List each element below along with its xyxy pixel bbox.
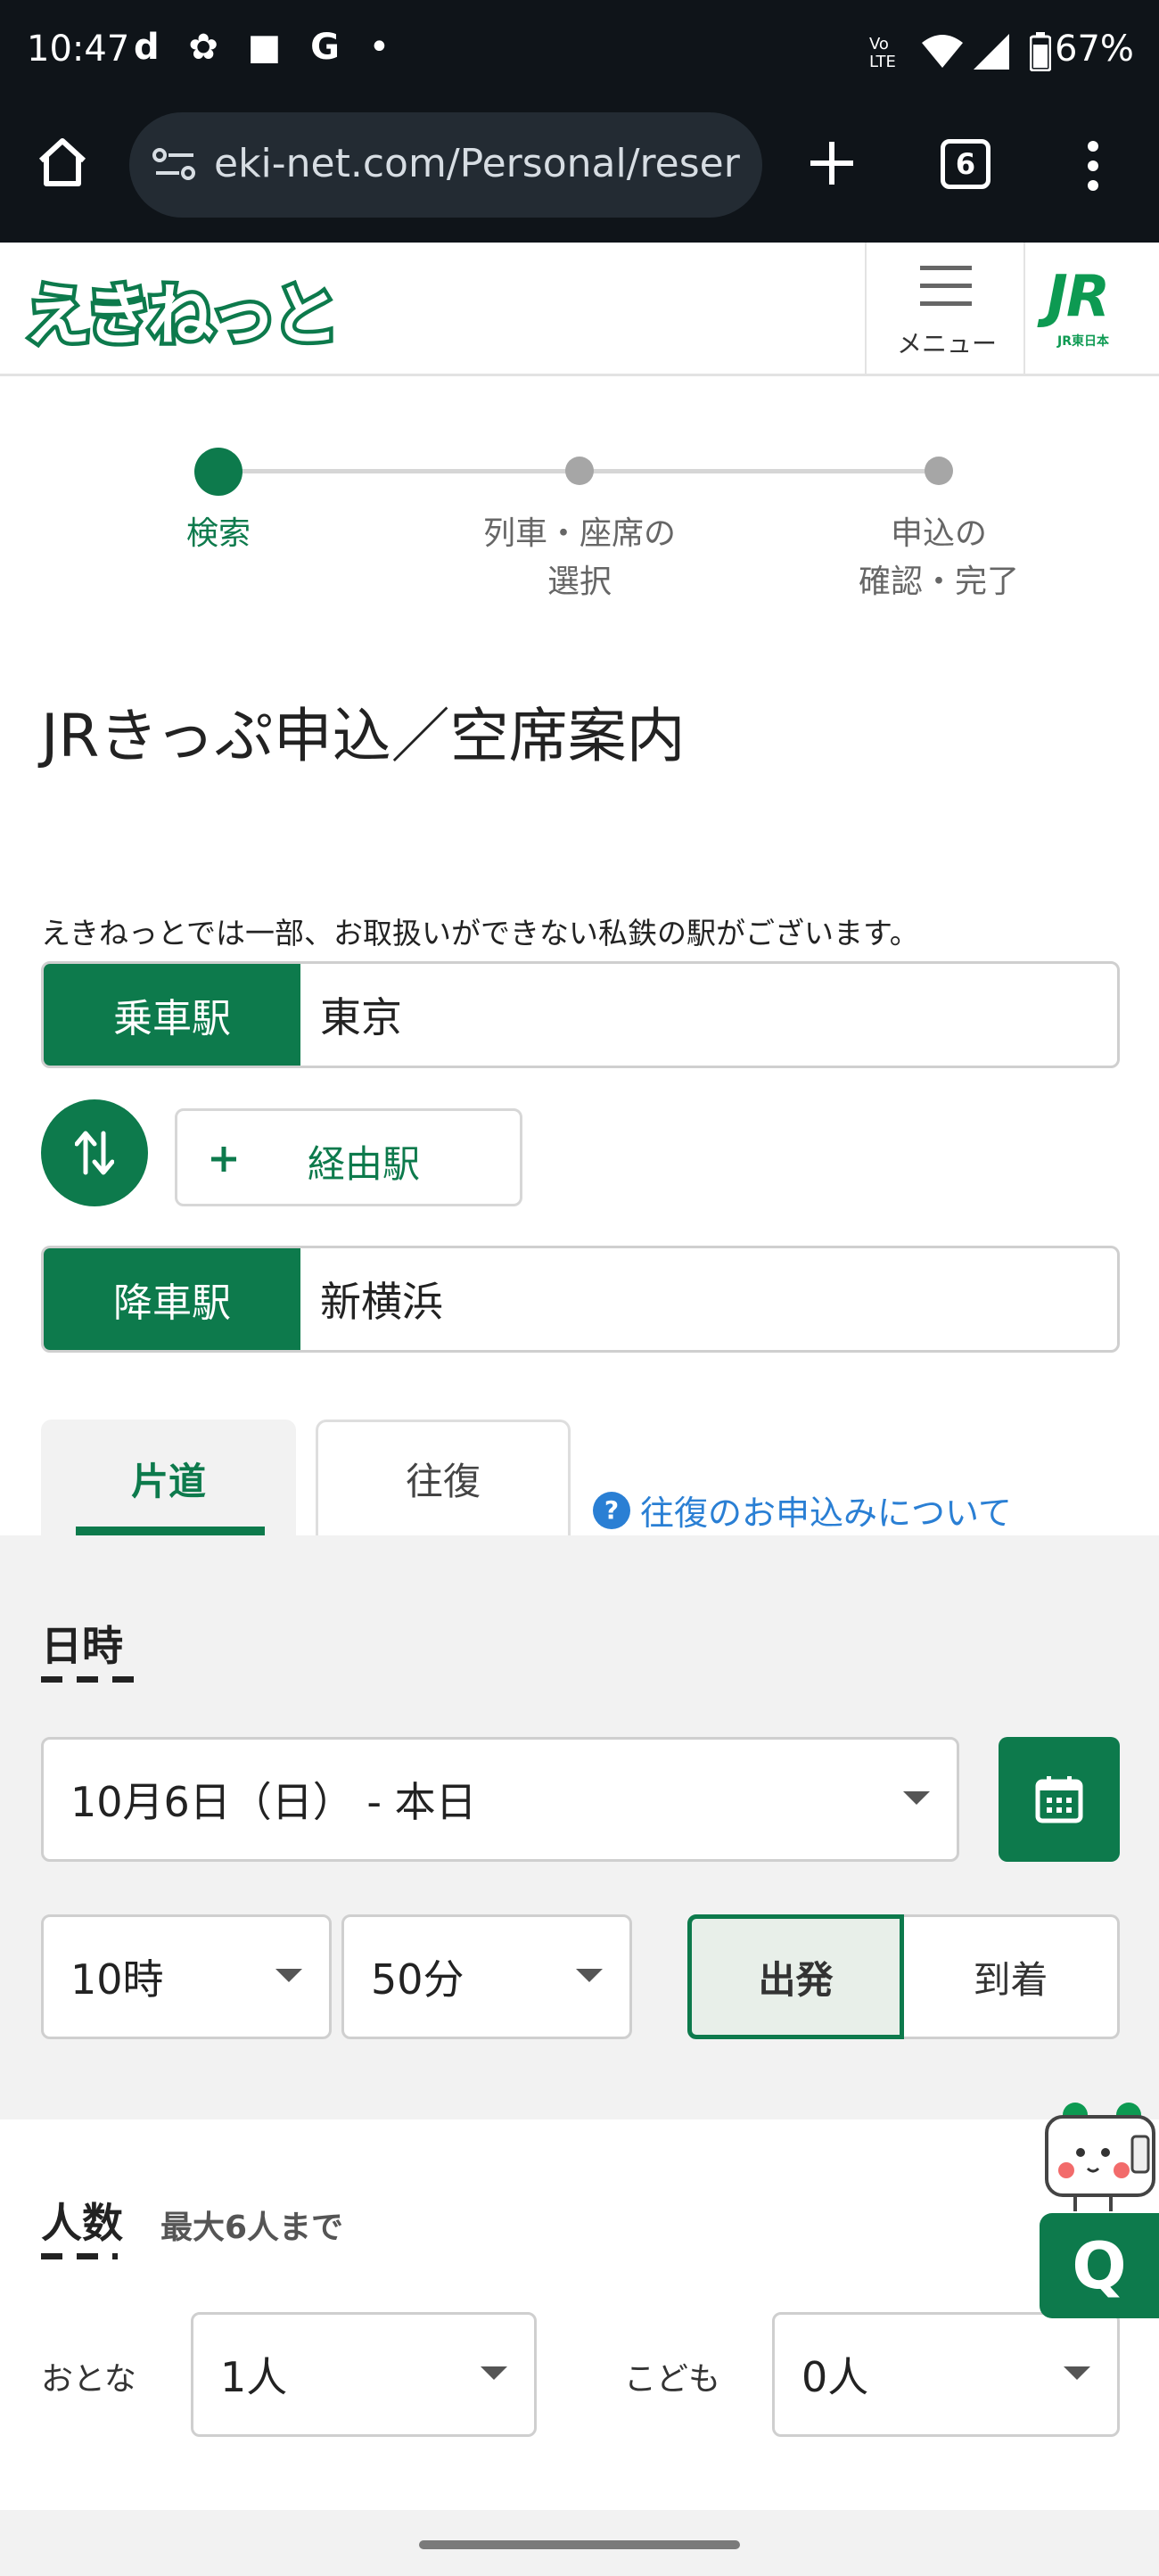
hour-select[interactable]: 10時 — [41, 1914, 332, 2039]
step-confirm-label: 申込の 確認・完了 — [858, 515, 1019, 600]
url-bar[interactable]: eki-net.com/Personal/reser — [129, 112, 762, 218]
arrival-time-toggle[interactable]: 到着 — [904, 1914, 1120, 2039]
plus-icon — [211, 1147, 236, 1172]
chevron-down-icon — [903, 1791, 930, 1805]
step-select-label: 列車・座席の 選択 — [482, 515, 676, 600]
child-count-select[interactable]: 0人 — [772, 2312, 1120, 2437]
passenger-max-note: 最大6人まで — [160, 2210, 344, 2246]
child-label: こども — [624, 2361, 721, 2398]
google-icon: G — [310, 27, 340, 68]
url-text[interactable]: eki-net.com/Personal/reser — [214, 141, 749, 186]
chevron-down-icon — [481, 2366, 507, 2380]
jr-east-logo[interactable]: JR JR東日本 — [1023, 243, 1159, 376]
private-railway-notice: えきねっとでは一部、お取扱いができない私鉄の駅がございます。 — [41, 916, 919, 951]
hour-select-value: 10時 — [70, 1955, 164, 2004]
minute-select[interactable]: 50分 — [341, 1914, 632, 2039]
departure-time-toggle[interactable]: 出発 — [687, 1914, 904, 2039]
jr-logo-sub: JR東日本 — [1057, 334, 1109, 349]
add-via-station-button[interactable]: 経由駅 — [175, 1108, 522, 1206]
home-gesture-handle[interactable] — [419, 2540, 740, 2549]
status-bar: 10:47 d ✿ ■ G • Vo LTE 67% — [0, 0, 1159, 107]
site-settings-icon[interactable] — [152, 146, 197, 184]
site-header: えきねっと メニュー JR JR東日本 — [0, 243, 1159, 376]
via-station-label: 経由駅 — [308, 1142, 421, 1186]
step-search-dot — [194, 448, 242, 496]
notification-app-icon: ✿ — [188, 27, 218, 68]
chat-support-widget[interactable]: Q — [1040, 2097, 1159, 2320]
page-title: JRきっぷ申込／空席案内 — [41, 702, 686, 770]
passenger-section-title: 人数 — [41, 2199, 123, 2247]
calendar-icon — [1035, 1776, 1083, 1823]
datetime-section-title: 日時 — [41, 1622, 123, 1670]
chevron-down-icon — [576, 1969, 603, 1982]
battery-icon — [1030, 32, 1051, 71]
chevron-down-icon — [1064, 2366, 1090, 2380]
step-search-label: 検索 — [185, 515, 251, 552]
svg-text:?: ? — [604, 1495, 619, 1525]
docomo-icon: d — [134, 27, 160, 68]
departure-station-field[interactable]: 乗車駅 東京 — [41, 961, 1120, 1068]
arrival-station-field[interactable]: 降車駅 新横浜 — [41, 1246, 1120, 1353]
home-icon[interactable] — [34, 134, 91, 191]
child-count-value: 0人 — [801, 2353, 869, 2401]
passenger-section: 人数 最大6人まで おとな 1人 こども 0人 — [0, 2119, 1159, 2512]
passenger-title-underline — [41, 2253, 118, 2259]
datetime-title-underline — [41, 1676, 134, 1683]
swap-stations-button[interactable] — [41, 1099, 148, 1206]
new-tab-icon[interactable] — [807, 138, 857, 188]
minute-select-value: 50分 — [371, 1955, 464, 2004]
help-icon: ? — [593, 1491, 630, 1529]
adult-label: おとな — [41, 2361, 136, 2398]
system-navigation-bar — [0, 2510, 1159, 2576]
tab-one-way[interactable]: 片道 — [41, 1420, 296, 1535]
notification-square-icon: ■ — [247, 27, 282, 68]
faq-button-label: Q — [1072, 2228, 1127, 2303]
arrival-time-label: 到着 — [973, 1957, 1048, 2002]
departure-station-input[interactable]: 東京 — [320, 964, 402, 1066]
jr-logo-mark: JR — [1047, 264, 1110, 330]
menu-label: メニュー — [896, 329, 997, 358]
faq-button[interactable]: Q — [1040, 2213, 1159, 2318]
date-select[interactable]: 10月6日（日） - 本日 — [41, 1737, 959, 1862]
signal-icon — [974, 34, 1009, 70]
tab-switcher-button[interactable]: 6 — [941, 139, 990, 189]
adult-count-select[interactable]: 1人 — [191, 2312, 537, 2437]
hamburger-icon — [920, 266, 972, 306]
battery-percent: 67% — [1055, 29, 1134, 70]
round-trip-help-link[interactable]: ? 往復のお申込みについて — [592, 1486, 1012, 1535]
arrival-station-label: 降車駅 — [44, 1248, 300, 1350]
menu-button[interactable]: メニュー — [865, 243, 1023, 376]
notification-icons: d ✿ ■ G • — [134, 27, 390, 68]
departure-station-label: 乗車駅 — [44, 964, 300, 1066]
tab-round-trip-label: 往復 — [405, 1460, 481, 1503]
mascot-icon — [1045, 2103, 1155, 2211]
round-trip-help-text[interactable]: 往復のお申込みについて — [640, 1486, 1012, 1535]
calendar-button[interactable] — [999, 1737, 1120, 1862]
more-notifications-icon: • — [368, 27, 390, 68]
tab-round-trip[interactable]: 往復 — [316, 1420, 571, 1535]
more-options-icon[interactable] — [1082, 139, 1104, 193]
volte-icon: Vo LTE — [869, 35, 896, 71]
tab-one-way-label: 片道 — [130, 1460, 206, 1503]
wifi-icon — [922, 35, 963, 68]
departure-time-label: 出発 — [758, 1957, 834, 2002]
swap-arrows-icon — [75, 1131, 114, 1175]
ekinet-logo[interactable]: えきねっと — [21, 262, 343, 358]
chevron-down-icon — [275, 1969, 302, 1982]
date-select-value: 10月6日（日） - 本日 — [70, 1778, 477, 1826]
browser-toolbar: eki-net.com/Personal/reser 6 — [0, 107, 1159, 243]
arrival-station-input[interactable]: 新横浜 — [320, 1248, 443, 1350]
adult-count-value: 1人 — [220, 2353, 288, 2401]
tab-count: 6 — [955, 147, 976, 181]
step-confirm-dot — [925, 457, 953, 485]
tab-one-way-underline — [76, 1527, 265, 1535]
status-time: 10:47 — [27, 29, 130, 70]
step-select-dot — [565, 457, 594, 485]
